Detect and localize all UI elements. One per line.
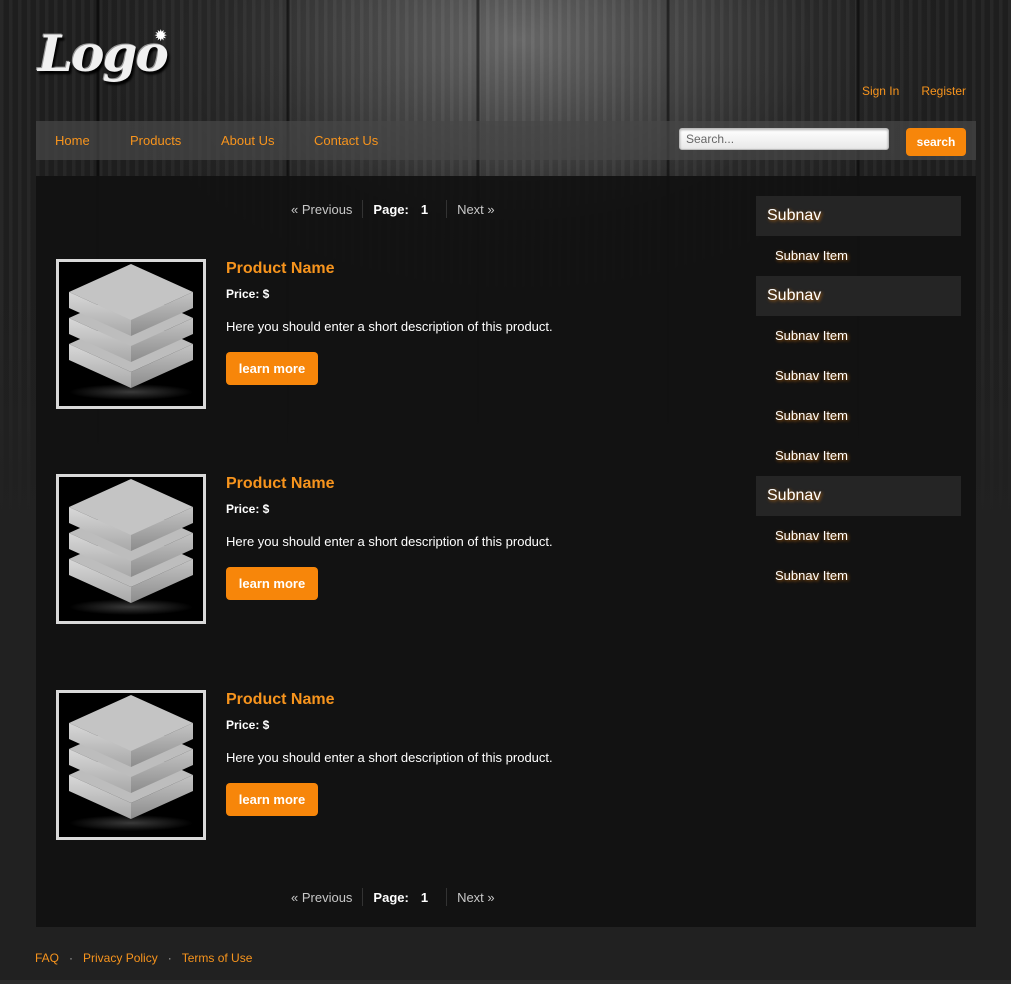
learn-more-button[interactable]: learn more: [226, 567, 318, 600]
product-item: Product Name Price: $ Here you should en…: [56, 259, 656, 409]
nav-item-contact-us[interactable]: Contact Us: [314, 133, 378, 148]
sidebar: Subnav Subnav Item Subnav Subnav Item Su…: [756, 196, 961, 596]
nav-item-about-us[interactable]: About Us: [221, 133, 274, 148]
pagination-divider: [362, 888, 364, 906]
product-item: Product Name Price: $ Here you should en…: [56, 474, 656, 624]
logo-text: Logo: [38, 24, 169, 83]
search-button[interactable]: search: [906, 128, 966, 156]
page-label: Page:: [373, 201, 409, 217]
product-name[interactable]: Product Name: [226, 691, 334, 709]
subnav-item[interactable]: Subnav Item: [756, 316, 961, 356]
account-links: Sign In Register: [862, 84, 966, 98]
pagination-divider: [446, 200, 448, 218]
faq-link[interactable]: FAQ: [35, 951, 59, 965]
product-image[interactable]: [56, 690, 206, 840]
pagination-divider: [446, 888, 448, 906]
nav-item-home[interactable]: Home: [55, 133, 90, 148]
page-label: Page:: [373, 889, 409, 905]
footer-links: FAQ · Privacy Policy · Terms of Use: [35, 951, 252, 965]
register-link[interactable]: Register: [921, 84, 966, 98]
previous-page-link[interactable]: « Previous: [291, 202, 352, 217]
learn-more-button[interactable]: learn more: [226, 783, 318, 816]
footer-separator: ·: [69, 951, 74, 965]
product-description: Here you should enter a short descriptio…: [226, 750, 553, 765]
privacy-policy-link[interactable]: Privacy Policy: [83, 951, 158, 965]
previous-page-link[interactable]: « Previous: [291, 890, 352, 905]
bottom-divider: [0, 980, 1011, 984]
page: Logo ✹ Sign In Register Home Products Ab…: [0, 0, 1011, 984]
product-description: Here you should enter a short descriptio…: [226, 319, 553, 334]
product-price: Price: $: [226, 718, 270, 732]
subnav-item[interactable]: Subnav Item: [756, 396, 961, 436]
subnav-item[interactable]: Subnav Item: [756, 356, 961, 396]
product-price: Price: $: [226, 287, 270, 301]
footer-separator: ·: [167, 951, 172, 965]
subnav-item[interactable]: Subnav Item: [756, 516, 961, 556]
product-price: Price: $: [226, 502, 270, 516]
stack-icon: [69, 264, 193, 400]
product-name[interactable]: Product Name: [226, 260, 334, 278]
stack-icon: [69, 695, 193, 831]
next-page-link[interactable]: Next »: [457, 202, 495, 217]
logo-star-icon: ✹: [154, 28, 168, 45]
pagination-top: « Previous Page: 1 Next »: [291, 200, 495, 218]
product-image[interactable]: [56, 259, 206, 409]
learn-more-button[interactable]: learn more: [226, 352, 318, 385]
stack-icon: [69, 479, 193, 615]
logo[interactable]: Logo ✹: [38, 22, 169, 92]
product-item: Product Name Price: $ Here you should en…: [56, 690, 656, 840]
product-image[interactable]: [56, 474, 206, 624]
pagination-bottom: « Previous Page: 1 Next »: [291, 888, 495, 906]
subnav-item[interactable]: Subnav Item: [756, 556, 961, 596]
subnav-heading: Subnav: [756, 476, 961, 516]
sign-in-link[interactable]: Sign In: [862, 84, 899, 98]
current-page-number: 1: [420, 889, 429, 905]
subnav-item[interactable]: Subnav Item: [756, 436, 961, 476]
content-panel: « Previous Page: 1 Next » Product Name P…: [36, 176, 976, 927]
product-description: Here you should enter a short descriptio…: [226, 534, 553, 549]
pagination-divider: [362, 200, 364, 218]
subnav-heading: Subnav: [756, 276, 961, 316]
current-page-number: 1: [420, 201, 429, 217]
main-nav: Home Products About Us Contact Us search: [36, 121, 976, 160]
product-name[interactable]: Product Name: [226, 475, 334, 493]
search-input[interactable]: [679, 128, 889, 150]
subnav-item[interactable]: Subnav Item: [756, 236, 961, 276]
nav-item-products[interactable]: Products: [130, 133, 181, 148]
next-page-link[interactable]: Next »: [457, 890, 495, 905]
subnav-heading: Subnav: [756, 196, 961, 236]
terms-of-use-link[interactable]: Terms of Use: [182, 951, 253, 965]
